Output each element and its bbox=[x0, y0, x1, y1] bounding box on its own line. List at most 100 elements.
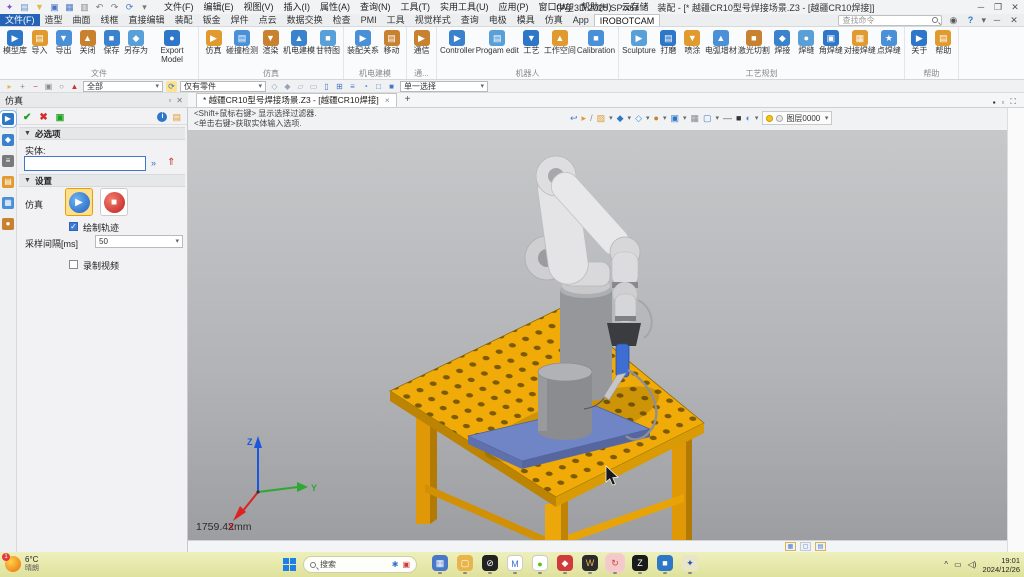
new-file-icon[interactable]: ▤ bbox=[18, 1, 31, 14]
ribbon-item-1-4[interactable]: ■甘特图 bbox=[316, 30, 340, 56]
ribbon-item-6-0[interactable]: ▶关于 bbox=[908, 30, 931, 56]
ribbon-item-0-4[interactable]: ■保存 bbox=[100, 30, 123, 56]
ribbon-item-0-3[interactable]: ▲关闭 bbox=[76, 30, 99, 56]
shade-mode-icon[interactable]: ● bbox=[654, 112, 659, 124]
menu-item-3[interactable]: 插入(I) bbox=[279, 0, 316, 14]
ribbon-tab-3[interactable]: 线框 bbox=[96, 14, 124, 26]
options-icon[interactable]: ▤ bbox=[172, 112, 181, 123]
scope-combo[interactable]: 全部▾ bbox=[83, 81, 163, 92]
ribbon-tab-18[interactable]: App bbox=[568, 14, 594, 26]
close-small-icon[interactable]: ✕ bbox=[1008, 15, 1020, 26]
ribbon-item-3-0[interactable]: ▶通信 bbox=[410, 30, 433, 56]
record-video-checkbox[interactable] bbox=[69, 260, 78, 269]
ribbon-tab-15[interactable]: 电极 bbox=[484, 14, 512, 26]
curve-filter-icon[interactable]: ▭ bbox=[308, 81, 319, 92]
notifications-icon[interactable]: ▭ bbox=[954, 560, 962, 569]
ribbon-item-1-2[interactable]: ▼渲染 bbox=[259, 30, 282, 56]
dark-mode-icon[interactable]: ■ bbox=[736, 112, 741, 124]
help-dropdown-icon[interactable]: ▾ bbox=[981, 15, 986, 26]
ribbon-item-4-1[interactable]: ▤Progam edit bbox=[476, 30, 519, 56]
wechat-app-icon[interactable]: ● bbox=[532, 555, 548, 574]
ribbon-item-5-9[interactable]: ★点焊缝 bbox=[877, 30, 901, 56]
point-filter-icon[interactable]: ◇ bbox=[269, 81, 280, 92]
shade-mode-icon-dropdown[interactable]: ▾ bbox=[663, 115, 667, 122]
netease-app-icon[interactable]: ◆ bbox=[557, 555, 573, 574]
layer-visibility-icon[interactable] bbox=[766, 115, 773, 122]
menu-item-6[interactable]: 工具(T) bbox=[396, 0, 436, 14]
tab-close-icon[interactable]: × bbox=[385, 94, 390, 107]
ribbon-tab-7[interactable]: 焊件 bbox=[226, 14, 254, 26]
ribbon-tab-2[interactable]: 曲面 bbox=[68, 14, 96, 26]
ribbon-item-4-2[interactable]: ▼工艺 bbox=[520, 30, 543, 56]
mail-app-icon[interactable]: M bbox=[507, 555, 523, 574]
panel-close-icon[interactable]: ✕ bbox=[176, 96, 183, 105]
regen-icon[interactable]: ⟳ bbox=[123, 1, 136, 14]
ribbon-item-1-0[interactable]: ▶仿真 bbox=[202, 30, 225, 56]
menu-item-8[interactable]: 应用(P) bbox=[494, 0, 534, 14]
pick-arrow-icon[interactable]: ▸ bbox=[4, 81, 15, 92]
datum-filter-icon[interactable]: ▯ bbox=[321, 81, 332, 92]
ribbon-item-5-7[interactable]: ▣角焊缝 bbox=[819, 30, 843, 56]
weather-widget[interactable]: 1 6°C 晴朗 bbox=[5, 555, 39, 573]
menu-item-5[interactable]: 查询(N) bbox=[355, 0, 396, 14]
minimize-small-icon[interactable]: ─ bbox=[991, 15, 1003, 25]
cancel-icon[interactable]: ✖ bbox=[39, 112, 47, 123]
view-standard-icon[interactable]: ◆ bbox=[617, 112, 624, 124]
task-view-icon[interactable]: ▦ bbox=[432, 555, 448, 574]
ribbon-tab-4[interactable]: 直接编辑 bbox=[124, 14, 170, 26]
history-icon[interactable]: □ bbox=[373, 81, 384, 92]
menu-item-4[interactable]: 属性(A) bbox=[315, 0, 355, 14]
save-icon[interactable]: ▣ bbox=[48, 1, 61, 14]
ribbon-item-5-2[interactable]: ▼喷涂 bbox=[681, 30, 704, 56]
section-icon[interactable]: ▢ bbox=[703, 112, 712, 124]
add-pick-icon[interactable]: + bbox=[17, 81, 28, 92]
workpiece-cylinder[interactable] bbox=[538, 363, 592, 440]
redo-icon[interactable]: ↷ bbox=[108, 1, 121, 14]
window-pick-icon[interactable]: ▣ bbox=[43, 81, 54, 92]
view-mode-1-icon[interactable]: ▦ bbox=[785, 542, 796, 551]
last-command-icon[interactable]: ↩ bbox=[570, 112, 578, 124]
doc-close-icon[interactable]: ⛶ bbox=[1010, 97, 1016, 107]
connection-panel-icon[interactable]: ≡ bbox=[2, 155, 14, 167]
undo-icon[interactable]: ↶ bbox=[93, 1, 106, 14]
refresh-filter-icon[interactable]: ⟳ bbox=[166, 81, 177, 92]
view-mode-3-icon[interactable]: ▤ bbox=[815, 542, 826, 551]
taskbar-clock[interactable]: 19:01 2024/12/26 bbox=[982, 556, 1020, 574]
pick-from-list-icon[interactable]: ⇑ bbox=[167, 157, 175, 168]
blank-icon[interactable]: ■ bbox=[386, 81, 397, 92]
filter-pick-icon[interactable]: ▲ bbox=[69, 81, 80, 92]
sketch-filter-icon[interactable]: ⊞ bbox=[334, 81, 345, 92]
panel-pin-icon[interactable]: ▫ bbox=[168, 96, 171, 105]
circle-pick-icon[interactable]: ○ bbox=[56, 81, 67, 92]
ribbon-item-0-6[interactable]: ●Export Model bbox=[149, 30, 195, 64]
expand-list-icon[interactable]: » bbox=[151, 158, 156, 168]
box-zoom-icon-dropdown[interactable]: ▾ bbox=[609, 115, 613, 122]
section-icon-dropdown[interactable]: ▾ bbox=[716, 115, 720, 122]
render-panel-icon[interactable]: ▦ bbox=[2, 197, 14, 209]
volume-icon[interactable]: ◁) bbox=[968, 560, 977, 569]
pick-style-icon[interactable]: ▸ bbox=[582, 112, 587, 124]
simulation-panel-icon[interactable]: ▶ bbox=[2, 113, 14, 125]
start-button[interactable] bbox=[283, 558, 296, 571]
face-filter-icon[interactable]: ▱ bbox=[295, 81, 306, 92]
security-app-icon[interactable]: ⊘ bbox=[482, 555, 498, 574]
entity-input[interactable] bbox=[24, 156, 146, 171]
ribbon-item-5-6[interactable]: ●焊缝 bbox=[795, 30, 818, 56]
blue-app-icon[interactable]: ■ bbox=[657, 555, 673, 574]
wps-app-icon[interactable]: W bbox=[582, 555, 598, 574]
zw3d-app-icon[interactable]: ✦ bbox=[682, 555, 698, 574]
ribbon-tab-8[interactable]: 点云 bbox=[254, 14, 282, 26]
remove-pick-icon[interactable]: − bbox=[30, 81, 41, 92]
ribbon-tab-12[interactable]: 工具 bbox=[382, 14, 410, 26]
draw-track-checkbox[interactable]: ✓ bbox=[69, 222, 78, 231]
view-standard-icon-dropdown[interactable]: ▾ bbox=[628, 115, 632, 122]
ribbon-item-0-2[interactable]: ▼导出 bbox=[52, 30, 75, 56]
measure-icon[interactable]: / bbox=[590, 112, 593, 124]
help-icon[interactable]: ? bbox=[964, 15, 976, 25]
doc-minimize-icon[interactable]: ▪ bbox=[993, 98, 996, 107]
ribbon-tab-16[interactable]: 模具 bbox=[512, 14, 540, 26]
ribbon-item-0-5[interactable]: ◆另存为 bbox=[124, 30, 148, 56]
ribbon-tab-5[interactable]: 装配 bbox=[170, 14, 198, 26]
ribbon-item-6-1[interactable]: ▤帮助 bbox=[932, 30, 955, 56]
ok-icon[interactable]: ✔ bbox=[23, 112, 31, 123]
